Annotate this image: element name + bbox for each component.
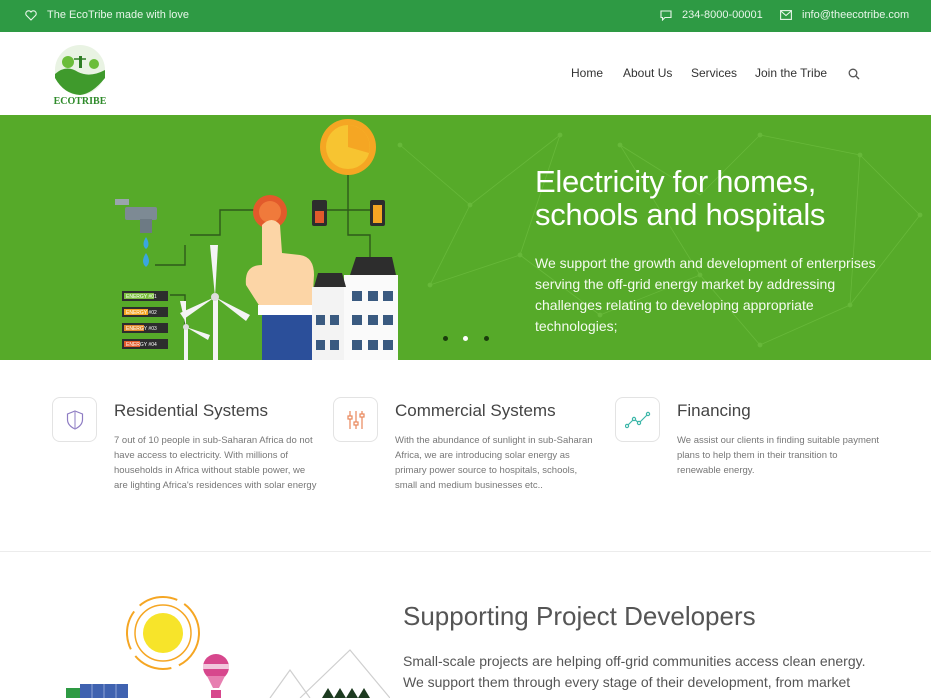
slider-dot-3[interactable] (484, 336, 489, 341)
energy-battery-list: ENERGY #01 ENERGY #02 ENERGY #03 ENERGY … (122, 291, 168, 349)
search-icon[interactable] (848, 67, 860, 85)
solar-panel-icon (66, 684, 128, 698)
support-illustration (66, 596, 390, 698)
line-chart-icon (615, 397, 660, 442)
support-title: Supporting Project Developers (403, 601, 756, 631)
svg-text:ENERGY #04: ENERGY #04 (126, 342, 157, 348)
faucet-icon (115, 199, 157, 267)
shield-icon (52, 397, 97, 442)
trees-icon (322, 688, 370, 698)
heart-icon (25, 9, 37, 21)
feature-text: 7 out of 10 people in sub-Saharan Africa… (114, 435, 317, 491)
nav-join-the-tribe[interactable]: Join the Tribe (755, 66, 827, 80)
mountains-icon (269, 649, 390, 698)
sun-icon (320, 119, 376, 175)
nav-home[interactable]: Home (571, 66, 603, 80)
sliders-icon (333, 397, 378, 442)
wind-turbine-icon (180, 245, 250, 360)
support-text: Small-scale projects are helping off-gri… (403, 653, 866, 698)
top-bar: The EcoTribe made with love 234-8000-000… (0, 0, 931, 32)
slider-dot-2[interactable] (463, 336, 468, 341)
nav-about-us[interactable]: About Us (623, 66, 672, 80)
logo-text: ECOTRIBE (54, 96, 107, 106)
feature-text: We assist our clients in finding suitabl… (677, 435, 880, 476)
tagline: The EcoTribe made with love (25, 9, 189, 21)
hero-slider: ENERGY #01 ENERGY #02 ENERGY #03 ENERGY … (0, 115, 931, 360)
contact-email[interactable]: info@theecotribe.com (780, 9, 909, 21)
svg-text:ENERGY #01: ENERGY #01 (126, 294, 157, 300)
phone-text: 234-8000-00001 (682, 9, 763, 21)
building-icon (312, 257, 398, 360)
feature-title: Residential Systems (114, 401, 269, 420)
chat-icon (660, 9, 672, 21)
email-text: info@theecotribe.com (802, 9, 910, 21)
feature-text: With the abundance of sunlight in sub-Sa… (395, 435, 593, 491)
svg-text:ENERGY #02: ENERGY #02 (126, 310, 157, 316)
mail-icon (780, 10, 792, 20)
hot-air-balloon-icon (203, 654, 229, 698)
feature-title: Commercial Systems (395, 401, 556, 420)
ecotribe-logo[interactable]: ECOTRIBE (52, 44, 108, 107)
svg-text:ENERGY #03: ENERGY #03 (126, 326, 157, 332)
tagline-text: The EcoTribe made with love (47, 9, 190, 21)
contact-phone[interactable]: 234-8000-00001 (660, 9, 763, 21)
hero-text: We support the growth and development of… (535, 255, 876, 334)
hero-title: Electricity for homes, schools and hospi… (535, 164, 826, 232)
nav-services[interactable]: Services (691, 66, 737, 80)
sun-icon (126, 596, 200, 670)
slider-dot-1[interactable] (443, 336, 448, 341)
hand-pressing-button-icon (245, 195, 316, 360)
feature-title: Financing (677, 401, 751, 420)
site-header: ECOTRIBE Home About Us Services Join the… (0, 32, 931, 115)
section-divider (0, 551, 931, 552)
